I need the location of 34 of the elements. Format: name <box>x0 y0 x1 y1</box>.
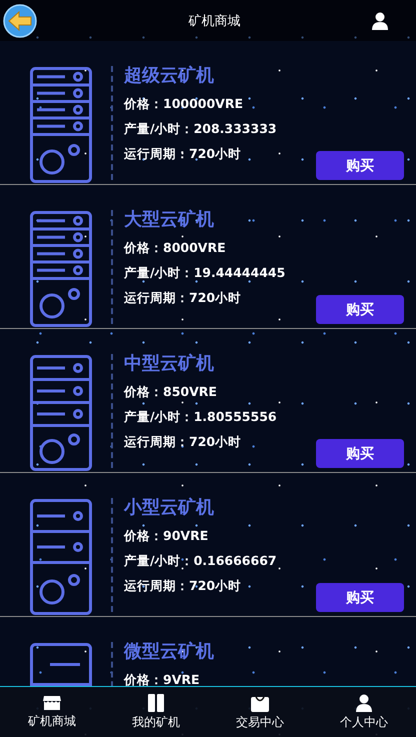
buy-button[interactable]: 购买 <box>316 151 404 180</box>
machine-name: 大型云矿机 <box>124 208 215 232</box>
tab-item[interactable]: 交易中心 <box>208 687 312 737</box>
output-text: 产量/小时：208.333333 <box>124 120 277 138</box>
shop-icon <box>43 694 61 710</box>
period-text: 运行周期：720小时 <box>124 289 242 307</box>
server-icon <box>30 67 92 183</box>
tab-item[interactable]: 矿机商城 <box>0 687 104 737</box>
server-icon <box>30 211 92 327</box>
page-title: 矿机商城 <box>188 12 240 30</box>
buy-button[interactable]: 购买 <box>316 295 404 324</box>
output-text: 产量/小时：19.44444445 <box>124 264 286 282</box>
server-icon <box>30 499 92 615</box>
server-icon <box>30 355 92 471</box>
output-text: 产量/小时：0.16666667 <box>124 552 277 570</box>
buy-button[interactable]: 购买 <box>316 583 404 612</box>
period-text: 运行周期：720小时 <box>124 433 242 451</box>
machine-name: 微型云矿机 <box>124 640 214 664</box>
output-text: 产量/小时：1.80555556 <box>124 408 277 426</box>
price-text: 价格：850VRE <box>124 383 218 401</box>
period-text: 运行周期：720小时 <box>124 577 242 595</box>
user-icon[interactable] <box>372 12 388 30</box>
buy-button[interactable]: 购买 <box>316 439 404 468</box>
machine-name: 超级云矿机 <box>124 64 215 88</box>
person-icon <box>356 694 372 712</box>
back-button[interactable] <box>3 4 37 38</box>
price-text: 价格：100000VRE <box>124 95 244 113</box>
price-text: 价格：8000VRE <box>124 239 227 257</box>
tab-item[interactable]: 个人中心 <box>312 687 416 737</box>
machine-name: 中型云矿机 <box>124 352 215 376</box>
price-text: 价格：9VRE <box>124 671 201 686</box>
machine-name: 小型云矿机 <box>124 496 215 520</box>
tab-item[interactable]: 我的矿机 <box>104 687 208 737</box>
price-text: 价格：90VRE <box>124 527 210 545</box>
